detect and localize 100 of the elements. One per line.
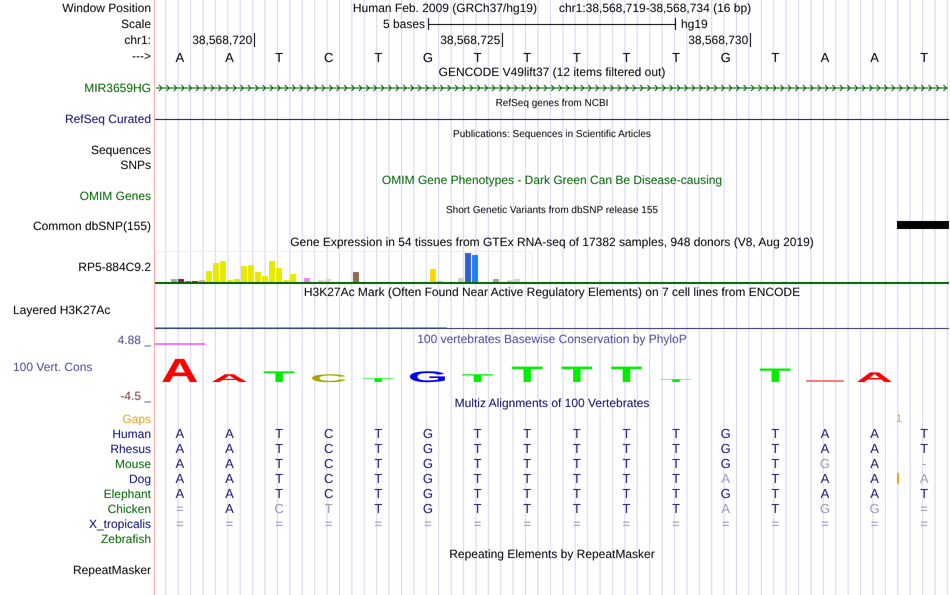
logo-letter: A [210,372,248,384]
aligned-base: T [622,427,630,440]
aligned-base: A [820,487,830,500]
track-title: 100 vertebrates Basewise Conservation by PhyloP [417,331,687,348]
aligned-base: T [622,457,630,470]
base-letter: G [720,49,731,67]
aligned-base: = [772,517,780,530]
aligned-base: T [523,487,532,500]
logo-letter: A [856,370,894,386]
aligned-base: T [920,442,928,455]
aligned-base: G [720,427,731,440]
aligned-base: T [622,442,630,455]
aligned-base: T [523,472,532,485]
aligned-base: A [225,442,234,455]
species-label: X_tropicalis [88,516,151,532]
aligned-base: G [720,487,731,500]
aligned-base: A [870,442,879,455]
aligned-base: A [870,457,879,470]
variant-bar [897,221,949,229]
aligned-base: A [870,427,879,440]
aligned-base: A [225,457,234,470]
aligned-base: T [324,502,333,515]
aligned-base: G [720,442,731,455]
track-title: Gene Expression in 54 tissues from GTEx RNA-seq of 17382 samples, 948 donors (V8, Aug 2019) [290,234,814,251]
aligned-base: A [820,427,830,440]
aligned-base: T [523,502,532,515]
aligned-base: = [821,517,829,530]
position-text: chr1:38,568,719-38,568,734 (16 bp) [558,0,752,17]
aligned-base: T [672,487,680,500]
aligned-base: T [771,457,780,470]
species-label: Human [112,426,151,442]
aligned-base: = [722,517,730,530]
aligned-base: A [175,472,184,485]
aligned-base: = [176,502,184,515]
aligned-base: = [672,517,680,530]
gap-count: 1 [896,412,902,427]
aligned-base: A [225,487,234,500]
aligned-base: A [175,457,184,470]
aligned-base: T [572,427,581,440]
aligned-base: T [275,457,284,470]
aligned-base: A [820,442,830,455]
track-label: Gaps [122,410,151,428]
aligned-base: A [175,427,184,440]
logo-letter: T [610,362,642,388]
aligned-base: T [374,427,382,440]
track-title: Multiz Alignments of 100 Vertebrates [454,395,650,412]
base-letter: T [572,49,581,67]
aligned-base: A [820,472,830,485]
aligned-base: = [374,517,382,530]
track-title: Short Genetic Variants from dbSNP release 155 [446,204,658,218]
track-title: OMIM Gene Phenotypes - Dark Green Can Be Disease-causing [382,172,722,189]
base-letter: A [820,49,830,67]
aligned-base: G [422,457,433,470]
aligned-base: T [622,502,630,515]
aligned-base: T [672,472,680,485]
logo-letter: T [462,372,494,384]
base-letter: A [225,49,234,67]
aligned-base: T [523,427,532,440]
position-tick: 38,568,720 [192,33,256,47]
aligned-base: T [771,502,780,515]
position-tick: 38,568,725 [440,33,504,47]
aligned-base: T [275,472,284,485]
species-label: Elephant [104,486,151,502]
track-label: SNPs [120,156,151,174]
logo-letter: A [161,352,199,390]
base-letter: T [771,49,780,67]
aligned-base: = [920,517,928,530]
aligned-base: = [275,517,283,530]
base-letter: C [324,49,334,67]
logo-mark [806,380,844,382]
aligned-base: C [274,502,284,515]
aligned-base: G [820,457,830,470]
aligned-base: T [474,472,482,485]
aligned-base: T [374,487,382,500]
aligned-base: = [324,517,332,530]
aligned-base: T [523,442,532,455]
base-letter: T [672,49,680,67]
track-title: GENCODE V49lift37 (12 items filtered out) [438,64,666,81]
base-letter: T [920,49,928,67]
aligned-base: T [374,472,382,485]
aligned-base: T [920,487,928,500]
aligned-base: T [672,502,680,515]
aligned-base: A [920,472,929,485]
aligned-base: - [922,457,926,470]
aligned-base: C [324,487,334,500]
aligned-base: = [870,517,878,530]
aligned-base: T [771,442,780,455]
logo-letter: C [310,372,348,384]
species-label: Mouse [114,456,151,472]
axis-min: -4.5 _ [120,388,152,405]
aligned-base: A [870,487,879,500]
track-label: RepeatMasker [72,562,151,578]
assembly-title: Human Feb. 2009 (GRCh37/hg19) [352,0,537,17]
species-label: Chicken [108,500,151,518]
aligned-base: T [523,457,532,470]
position-tick: 38,568,730 [688,33,752,47]
aligned-base: A [870,472,879,485]
track-label: MIR3659HG [84,80,151,97]
aligned-base: T [771,472,780,485]
logo-letter: T [560,362,593,388]
